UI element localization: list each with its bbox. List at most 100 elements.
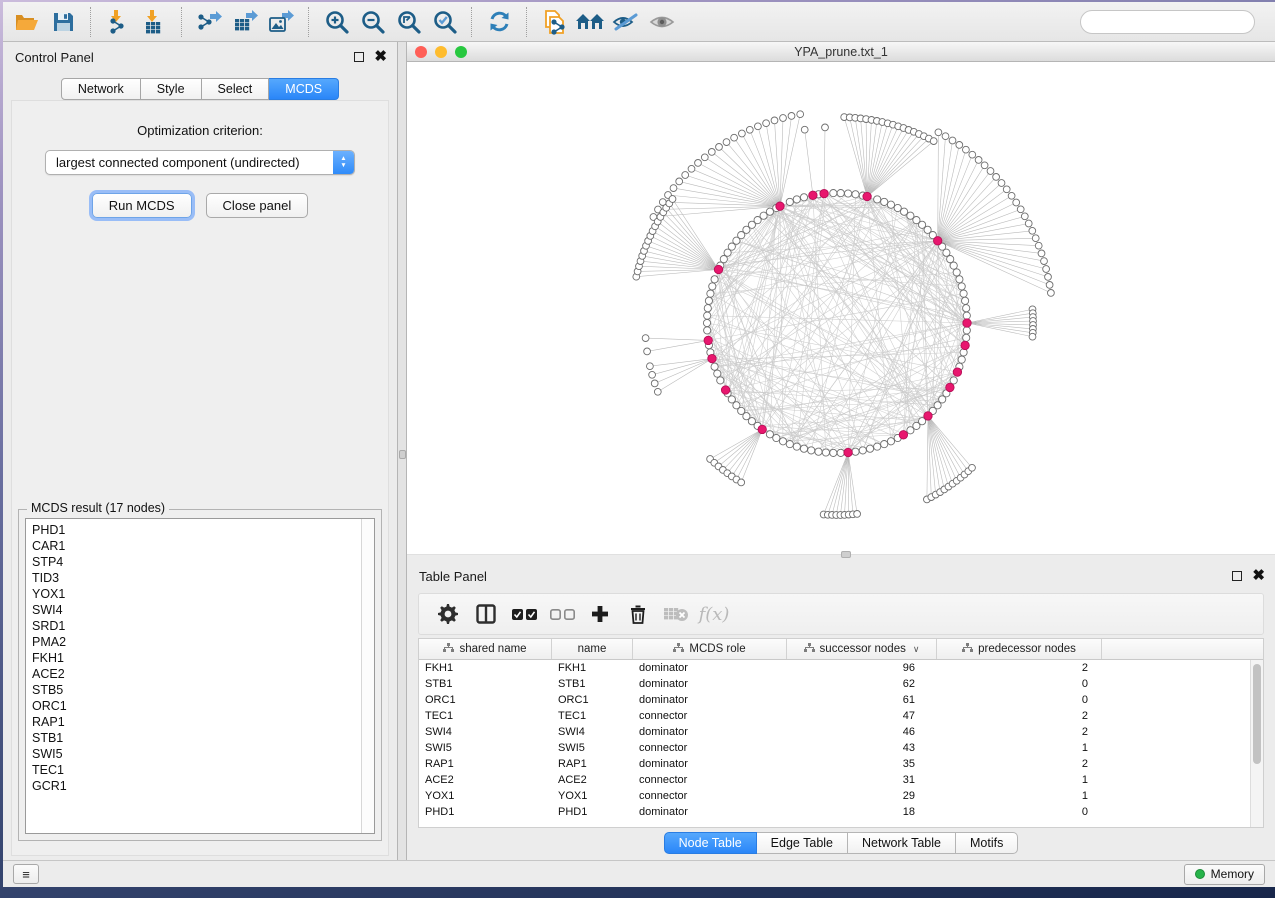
network-graph[interactable] (407, 62, 1275, 554)
network-node[interactable] (708, 149, 715, 156)
network-node[interactable] (854, 511, 861, 518)
network-node[interactable] (704, 305, 711, 312)
network-node[interactable] (822, 124, 829, 131)
network-node[interactable] (1048, 290, 1055, 297)
network-node[interactable] (1029, 333, 1036, 340)
import-table-button[interactable] (136, 5, 172, 39)
network-node[interactable] (786, 198, 793, 205)
network-node[interactable] (958, 283, 965, 290)
network-node[interactable] (859, 447, 866, 454)
network-window-titlebar[interactable]: YPA_prune.txt_1 (407, 42, 1275, 62)
mcds-result-item[interactable]: FKH1 (32, 650, 361, 666)
network-node[interactable] (704, 327, 711, 334)
network-node[interactable] (907, 212, 914, 219)
add-row-button[interactable] (581, 596, 619, 632)
optimization-criterion-select[interactable]: largest connected component (undirected)… (45, 150, 355, 175)
network-node[interactable] (960, 290, 967, 297)
network-node[interactable] (711, 363, 718, 370)
network-hub-node[interactable] (961, 341, 969, 349)
table-row[interactable]: FKH1FKH1dominator962 (419, 660, 1250, 676)
export-network-button[interactable] (191, 5, 227, 39)
mcds-result-item[interactable]: PHD1 (32, 522, 361, 538)
run-mcds-button[interactable]: Run MCDS (92, 193, 192, 218)
deselect-all-button[interactable] (543, 596, 581, 632)
network-node[interactable] (981, 162, 988, 169)
close-panel-icon[interactable]: ✖ (374, 52, 387, 62)
network-node[interactable] (716, 144, 723, 151)
network-node[interactable] (975, 157, 982, 164)
column-header-successor-nodes[interactable]: successor nodes∨ (787, 639, 937, 659)
network-node[interactable] (881, 441, 888, 448)
network-node[interactable] (866, 445, 873, 452)
network-node[interactable] (771, 117, 778, 124)
network-node[interactable] (717, 377, 724, 384)
network-node[interactable] (1046, 282, 1053, 289)
network-node[interactable] (963, 327, 970, 334)
network-node[interactable] (830, 449, 837, 456)
zoom-out-button[interactable] (354, 5, 390, 39)
network-node[interactable] (887, 201, 894, 208)
network-node[interactable] (763, 120, 770, 127)
network-node[interactable] (731, 134, 738, 141)
network-node[interactable] (1038, 250, 1045, 257)
import-network-button[interactable] (100, 5, 136, 39)
network-node[interactable] (670, 185, 677, 192)
mcds-result-item[interactable]: STP4 (32, 554, 361, 570)
network-node[interactable] (711, 276, 718, 283)
network-hub-node[interactable] (844, 448, 852, 456)
network-node[interactable] (724, 249, 731, 256)
tab-motifs[interactable]: Motifs (956, 832, 1018, 854)
column-header-predecessor-nodes[interactable]: predecessor nodes (937, 639, 1102, 659)
refresh-view-button[interactable] (481, 5, 517, 39)
memory-button[interactable]: Memory (1184, 864, 1265, 885)
network-hub-node[interactable] (714, 265, 722, 273)
mcds-result-item[interactable]: GCR1 (32, 778, 361, 794)
network-node[interactable] (953, 269, 960, 276)
network-node[interactable] (793, 196, 800, 203)
network-node[interactable] (709, 283, 716, 290)
network-node[interactable] (801, 126, 808, 133)
network-hub-node[interactable] (946, 383, 954, 391)
network-node[interactable] (647, 363, 654, 370)
table-row[interactable]: PHD1PHD1dominator180 (419, 804, 1250, 820)
network-node[interactable] (930, 138, 937, 145)
network-hub-node[interactable] (820, 189, 828, 197)
column-header-name[interactable]: name (552, 639, 633, 659)
delete-row-button[interactable] (619, 596, 657, 632)
network-node[interactable] (720, 256, 727, 263)
mcds-result-list[interactable]: PHD1CAR1STP4TID3YOX1SWI4SRD1PMA2FKH1ACE2… (25, 518, 375, 834)
network-node[interactable] (800, 445, 807, 452)
network-node[interactable] (1021, 213, 1028, 220)
network-node[interactable] (969, 464, 976, 471)
network-node[interactable] (703, 319, 710, 326)
tab-network-table[interactable]: Network Table (848, 832, 956, 854)
save-session-button[interactable] (45, 5, 81, 39)
network-node[interactable] (963, 334, 970, 341)
tab-mcds[interactable]: MCDS (269, 78, 339, 100)
mcds-result-item[interactable]: SWI5 (32, 746, 361, 762)
network-node[interactable] (874, 196, 881, 203)
zoom-fit-button[interactable] (390, 5, 426, 39)
network-node[interactable] (987, 168, 994, 175)
mcds-result-item[interactable]: SRD1 (32, 618, 361, 634)
network-node[interactable] (739, 130, 746, 137)
table-row[interactable]: SWI5SWI5connector431 (419, 740, 1250, 756)
table-row[interactable]: STB1STB1dominator620 (419, 676, 1250, 692)
network-node[interactable] (705, 297, 712, 304)
zoom-in-button[interactable] (318, 5, 354, 39)
network-node[interactable] (1008, 192, 1015, 199)
tab-select[interactable]: Select (202, 78, 270, 100)
network-node[interactable] (837, 449, 844, 456)
mcds-result-item[interactable]: STB1 (32, 730, 361, 746)
mcds-result-item[interactable]: CAR1 (32, 538, 361, 554)
network-node[interactable] (707, 290, 714, 297)
mcds-result-item[interactable]: SWI4 (32, 602, 361, 618)
network-hub-node[interactable] (924, 412, 932, 420)
table-row[interactable]: YOX1YOX1connector291 (419, 788, 1250, 804)
tab-node-table[interactable]: Node Table (664, 832, 757, 854)
close-panel-button[interactable]: Close panel (206, 193, 309, 218)
network-node[interactable] (1017, 206, 1024, 213)
network-node[interactable] (958, 356, 965, 363)
table-row[interactable]: SWI4SWI4dominator462 (419, 724, 1250, 740)
network-hub-node[interactable] (963, 319, 971, 327)
